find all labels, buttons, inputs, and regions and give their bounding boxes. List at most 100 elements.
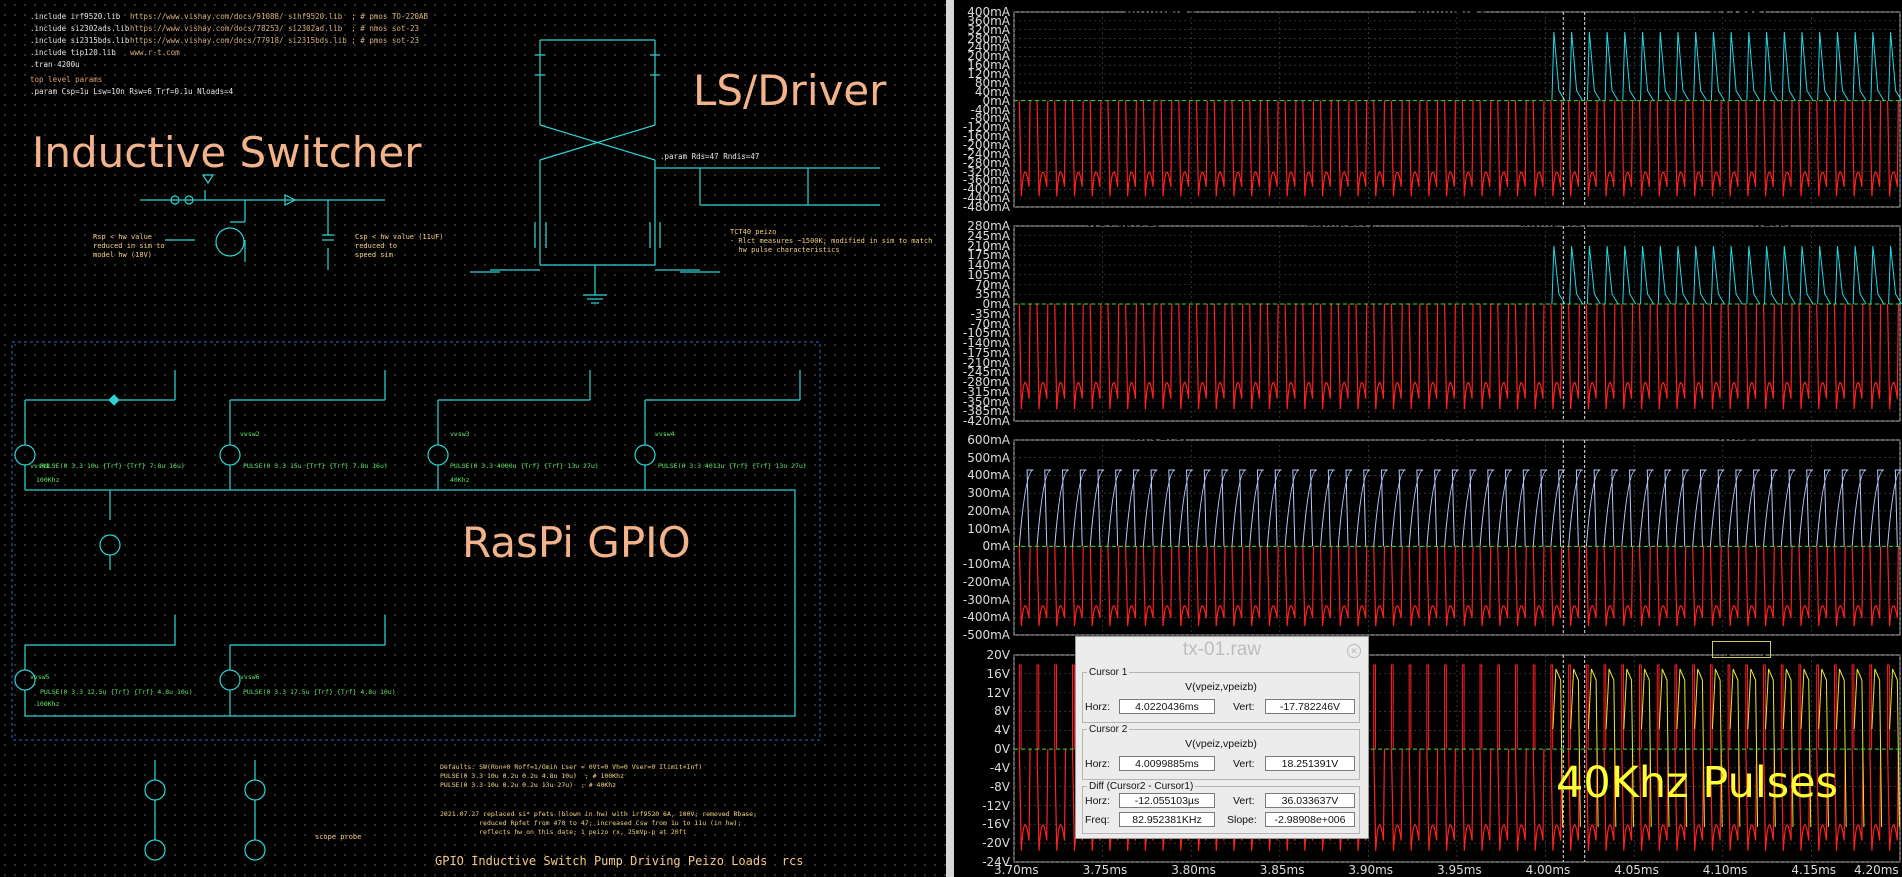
trace-name-i-vvgpio1[interactable]: I(Vvgpio1): [1087, 214, 1160, 229]
trace-segment: [1816, 303, 1829, 410]
trace-name-v-vsw[interactable]: V(vsw): [1425, 641, 1473, 656]
trace-segment: [1781, 31, 1796, 101]
trace-segment: [1568, 664, 1571, 750]
trace-segment: [1727, 664, 1731, 750]
y-tick-label: -16V: [982, 817, 1010, 832]
trace-name-i-lsp[interactable]: I(Lsp): [1752, 214, 1792, 229]
trace-segment: [1603, 100, 1616, 197]
source-label-vvsw2[interactable]: vvsw2: [240, 430, 260, 438]
source-label-vvsw6[interactable]: vvsw6: [240, 673, 260, 681]
trace-segment: [1390, 100, 1403, 197]
y-tick-label: 0mA: [982, 539, 1010, 554]
trace-segment: [1302, 303, 1315, 410]
close-icon[interactable]: ✕: [1347, 644, 1361, 658]
trace-segment: [1799, 31, 1814, 101]
cursor1-vert-field[interactable]: -17.782246V: [1265, 699, 1355, 714]
trace-segment: [1692, 546, 1705, 627]
source-pulse-4[interactable]: PULSE(0 3.3 4013u {Trf} {Trf} 13u 27u): [658, 462, 807, 470]
trace-segment: [1018, 749, 1031, 851]
trace-segment: [1373, 664, 1376, 750]
trace-segment: [1638, 100, 1651, 197]
trace-segment: [1018, 303, 1031, 410]
trace-name-i-vvcc9[interactable]: I(Vvcc9): [1710, 1, 1767, 16]
diff-freq-field[interactable]: 82.952381KHz: [1119, 812, 1215, 827]
trace-segment: [1373, 749, 1386, 851]
trace-segment: [1709, 469, 1725, 547]
trace-name-ix-mp1-s[interactable]: Ix(mp1:S): [1306, 214, 1375, 229]
trace-segment: [1603, 664, 1607, 750]
trace-segment: [1657, 31, 1672, 101]
trace-segment: [1461, 469, 1477, 547]
trace-segment: [1054, 749, 1067, 851]
trace-segment: [1125, 469, 1140, 547]
trace-segment: [1213, 100, 1226, 197]
trace-segment: [1160, 100, 1173, 197]
y-tick-label: -500mA: [962, 628, 1010, 642]
trace-segment: [1071, 100, 1084, 197]
trace-name-i-rsp[interactable]: I(Rsp): [1718, 428, 1760, 443]
trace-segment: [1390, 303, 1403, 410]
trace-segment: [1532, 546, 1545, 627]
source-pulse-1[interactable]: PULSE(0 3.3 10u {Trf} {Trf} 7.8u 16u): [40, 462, 185, 470]
trace-name-i-vvcc5[interactable]: I(Vvcc5): [1420, 428, 1477, 443]
trace-segment: [1426, 664, 1430, 750]
trace-segment: [1249, 303, 1262, 410]
trace-name-ix-mp2-s[interactable]: Ix(mp2:S): [1520, 214, 1589, 229]
trace-name-ix-mn1-d[interactable]: Ix(mn1:D): [1125, 1, 1195, 16]
source-label-vvsw5[interactable]: vvsw5: [30, 673, 50, 681]
trace-segment: [1408, 303, 1421, 410]
source-pulse-5[interactable]: PULSE(0 3.3 12.5u {Trf} {Trf} 4.8u 10u): [40, 688, 193, 696]
source-pulse-6[interactable]: PULSE(0 3.3 17.5u {Trf} {Trf} 4.8u 10u): [243, 688, 396, 696]
source-pulse-3[interactable]: PULSE(0 3.3 4000u {Trf} {Trf} 13u 27u): [450, 462, 599, 470]
trace-segment: [1497, 664, 1501, 750]
trace-segment: [1621, 546, 1634, 627]
trace-segment: [1319, 303, 1332, 410]
trace-segment: [1851, 546, 1864, 627]
trace-segment: [1461, 749, 1474, 851]
y-tick-label: 12V: [986, 685, 1010, 700]
source-label-vvsw3[interactable]: vvsw3: [450, 430, 470, 438]
trace-segment: [1320, 469, 1335, 547]
trace-segment: [1727, 469, 1743, 547]
trace-name-ix-q1-c[interactable]: Ix(Q1:C): [1130, 428, 1188, 443]
source-label-vvsw4[interactable]: vvsw4: [655, 430, 675, 438]
trace-segment: [1886, 100, 1899, 197]
trace-segment: [1816, 546, 1829, 627]
y-tick-label: 300mA: [967, 486, 1010, 501]
trace-segment: [1532, 469, 1548, 547]
trace-segment: [1640, 31, 1654, 101]
schematic-editor[interactable]: .include irf9520.lib .include si2302ads.…: [0, 0, 946, 877]
annotation-40khz-pulses[interactable]: 40Khz Pulses: [1556, 758, 1838, 808]
y-tick-label: 16V: [986, 666, 1010, 681]
trace-segment: [1550, 303, 1563, 410]
trace-segment: [1195, 303, 1208, 410]
trace-name-ix-mn2-d[interactable]: Ix(mn2:D): [1415, 1, 1485, 16]
split-divider[interactable]: [946, 0, 954, 877]
trace-segment: [1107, 100, 1120, 197]
cursor-readout-dialog[interactable]: tx-01.raw ✕ Cursor 1 V(vpeiz,vpeizb) Hor…: [1075, 636, 1369, 839]
trace-segment: [1125, 100, 1137, 197]
cursor2-vert-field[interactable]: 18.251391V: [1265, 756, 1355, 771]
diff-slope-field[interactable]: -2.98908e+006: [1265, 812, 1355, 827]
y-tick-label: -12V: [982, 798, 1010, 813]
diff-horz-field[interactable]: -12.055103µs: [1119, 793, 1215, 808]
diff-vert-field[interactable]: 36.033637V: [1265, 793, 1355, 808]
trace-segment: [1656, 546, 1669, 627]
cursor1-horz-field[interactable]: 4.0220436ms: [1119, 699, 1215, 714]
trace-segment: [1621, 100, 1634, 197]
cursor2-horz-field[interactable]: 4.0099885ms: [1119, 756, 1215, 771]
trace-name-v-vout[interactable]: V(vout): [1712, 641, 1771, 658]
trace-segment: [1408, 749, 1421, 851]
trace-segment: [1018, 546, 1031, 627]
trace-segment: [1266, 546, 1279, 627]
trace-segment: [1266, 100, 1279, 197]
y-tick-label: -400mA: [962, 610, 1010, 625]
trace-segment: [1125, 303, 1137, 410]
trace-segment: [1266, 303, 1279, 410]
trace-segment: [1851, 469, 1867, 547]
trace-segment: [1727, 546, 1740, 627]
trace-segment: [1851, 303, 1864, 410]
source-pulse-2[interactable]: PULSE(0 3.3 15u {Trf} {Trf} 7.8u 16u): [243, 462, 388, 470]
trace-segment: [1834, 245, 1849, 305]
y-tick-label: -8V: [989, 779, 1010, 794]
